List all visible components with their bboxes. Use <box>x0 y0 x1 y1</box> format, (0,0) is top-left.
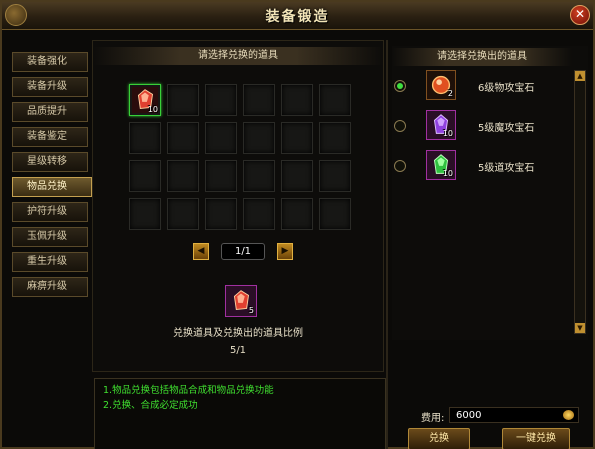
fee: 费用: 6000 <box>421 407 579 424</box>
output-option[interactable]: 2 6级物攻宝石 <box>392 70 568 102</box>
tab-jade[interactable]: 玉佩升级 <box>12 227 88 247</box>
window-title: 装备锻造 <box>265 9 330 25</box>
output-panel: 请选择兑换出的道具 2 6级物攻宝石 10 5级魔攻宝石 10 5级道攻宝石 <box>392 46 588 340</box>
ratio-label: 兑换道具及兑换出的道具比例 <box>173 328 303 339</box>
fee-label: 费用: <box>421 413 445 424</box>
item-slot[interactable] <box>319 160 351 192</box>
info-line: 1.物品兑换包括物品合成和物品兑换功能 <box>103 385 274 396</box>
item-slot[interactable] <box>243 122 275 154</box>
fee-value: 6000 <box>456 410 482 421</box>
item-count: 2 <box>447 89 453 98</box>
exchange-button[interactable]: 兑换 <box>408 428 470 449</box>
item-slot[interactable] <box>129 122 161 154</box>
ratio-value: 5/1 <box>229 345 247 356</box>
output-item-name: 5级魔攻宝石 <box>478 123 535 134</box>
output-item-icon: 10 <box>426 150 456 180</box>
output-item-icon: 2 <box>426 70 456 100</box>
ratio-item-count: 5 <box>248 306 254 315</box>
item-slot[interactable] <box>319 122 351 154</box>
coin-icon <box>563 410 574 420</box>
sidebar-tabs: 装备强化 装备升级 品质提升 装备鉴定 星级转移 物品兑换 护符升级 玉佩升级 … <box>12 52 92 302</box>
close-button[interactable]: ✕ <box>570 5 590 25</box>
item-slot[interactable] <box>319 84 351 116</box>
output-item-name: 5级道攻宝石 <box>478 163 535 174</box>
input-panel-header: 请选择兑换的道具 <box>93 47 383 65</box>
tab-star-transfer[interactable]: 星级转移 <box>12 152 88 172</box>
output-scrollbar[interactable]: ▲ ▼ <box>574 70 586 334</box>
item-slot[interactable] <box>205 198 237 230</box>
next-page-button[interactable]: ▶ <box>277 243 293 260</box>
tab-upgrade[interactable]: 装备升级 <box>12 77 88 97</box>
item-slot[interactable] <box>281 84 313 116</box>
exchange-all-button[interactable]: 一键兑换 <box>502 428 570 449</box>
output-item-icon: 10 <box>426 110 456 140</box>
item-slot[interactable] <box>205 122 237 154</box>
arrow-left-icon: ◀ <box>197 246 205 256</box>
title-bar[interactable]: 装备锻造 ✕ <box>2 2 593 30</box>
item-slot[interactable] <box>243 198 275 230</box>
tab-quality[interactable]: 品质提升 <box>12 102 88 122</box>
item-slot[interactable] <box>205 84 237 116</box>
item-slot[interactable] <box>281 122 313 154</box>
item-slot[interactable] <box>167 122 199 154</box>
output-item-name: 6级物攻宝石 <box>478 83 535 94</box>
item-slot[interactable] <box>281 198 313 230</box>
item-slot-selected[interactable]: 10 <box>129 84 161 116</box>
item-slot[interactable] <box>167 198 199 230</box>
info-box: 1.物品兑换包括物品合成和物品兑换功能 2.兑换、合成必定成功 <box>94 378 386 449</box>
fee-box: 6000 <box>449 407 579 423</box>
item-slot[interactable] <box>129 160 161 192</box>
item-slot[interactable] <box>243 160 275 192</box>
arrow-right-icon: ▶ <box>281 246 289 256</box>
input-panel: 请选择兑换的道具 10 ◀ 1/1 ▶ 5 兑换道具及兑换出的道具比例 5/1 <box>92 40 384 372</box>
ratio-item: 5 <box>225 285 257 317</box>
panel-divider <box>386 40 388 449</box>
item-grid: 10 <box>129 84 351 230</box>
pagination: ◀ 1/1 ▶ <box>193 243 293 261</box>
item-slot[interactable] <box>167 160 199 192</box>
tab-enhance[interactable]: 装备强化 <box>12 52 88 72</box>
item-count: 10 <box>442 129 453 138</box>
info-line: 2.兑换、合成必定成功 <box>103 400 198 411</box>
item-count: 10 <box>442 169 453 178</box>
output-option[interactable]: 10 5级魔攻宝石 <box>392 110 568 142</box>
item-slot[interactable] <box>205 160 237 192</box>
radio-button[interactable] <box>394 120 406 132</box>
output-option[interactable]: 10 5级道攻宝石 <box>392 150 568 182</box>
item-slot[interactable] <box>243 84 275 116</box>
forge-window: 装备锻造 ✕ 装备强化 装备升级 品质提升 装备鉴定 星级转移 物品兑换 护符升… <box>0 0 595 449</box>
item-slot[interactable] <box>281 160 313 192</box>
tab-rebirth[interactable]: 重生升级 <box>12 252 88 272</box>
close-icon: ✕ <box>574 7 586 21</box>
item-count: 10 <box>147 105 158 114</box>
scroll-down-button[interactable]: ▼ <box>575 323 585 333</box>
radio-button[interactable] <box>394 80 406 92</box>
tab-amulet[interactable]: 护符升级 <box>12 202 88 222</box>
output-panel-header: 请选择兑换出的道具 <box>392 48 572 66</box>
item-slot[interactable] <box>167 84 199 116</box>
prev-page-button[interactable]: ◀ <box>193 243 209 260</box>
item-slot[interactable] <box>319 198 351 230</box>
radio-button[interactable] <box>394 160 406 172</box>
tab-paralysis[interactable]: 麻痹升级 <box>12 277 88 297</box>
item-slot[interactable] <box>129 198 161 230</box>
page-indicator: 1/1 <box>221 243 265 260</box>
scroll-up-button[interactable]: ▲ <box>575 71 585 81</box>
tab-identify[interactable]: 装备鉴定 <box>12 127 88 147</box>
tab-item-exchange[interactable]: 物品兑换 <box>12 177 92 197</box>
